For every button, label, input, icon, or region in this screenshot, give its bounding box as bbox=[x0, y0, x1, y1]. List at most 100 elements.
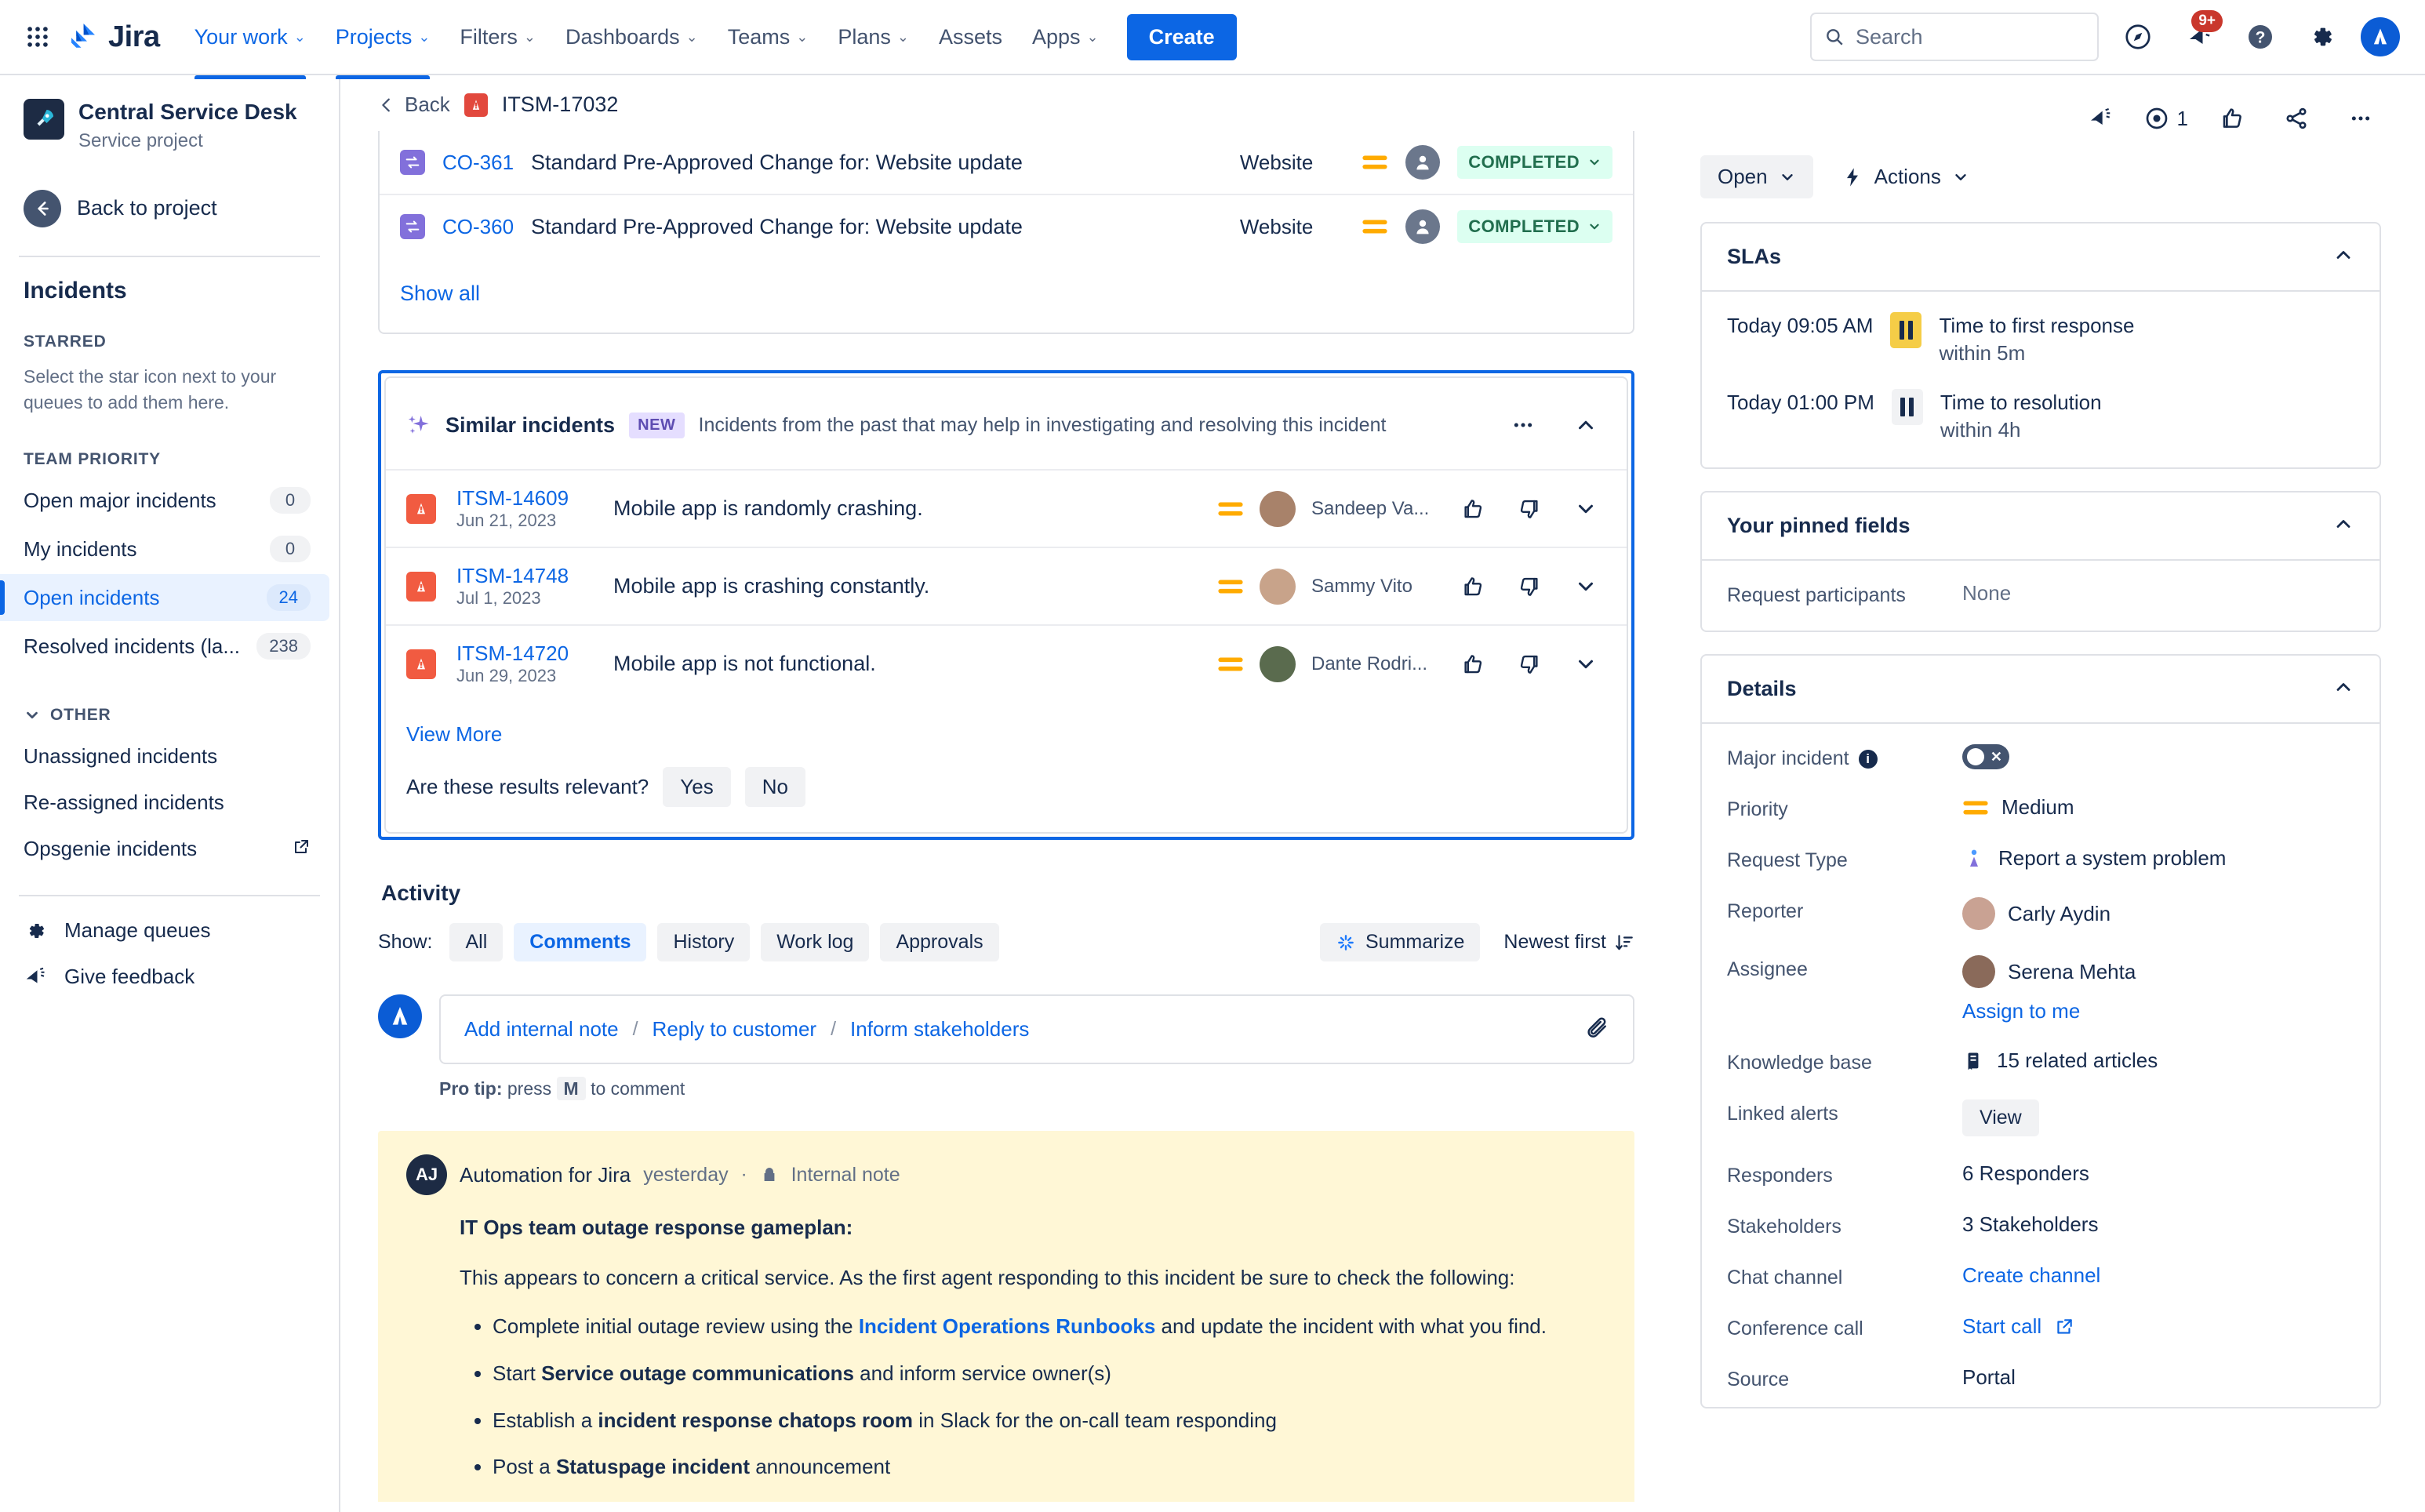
field-value[interactable]: 6 Responders bbox=[1962, 1161, 2089, 1186]
view-more-link[interactable]: View More bbox=[386, 702, 522, 754]
reply-to-customer-link[interactable]: Reply to customer bbox=[653, 1017, 817, 1041]
sidebar-item-open-major-incidents[interactable]: Open major incidents 0 bbox=[0, 477, 329, 524]
megaphone-icon[interactable] bbox=[2080, 98, 2121, 139]
issue-key-breadcrumb[interactable]: ITSM-17032 bbox=[502, 93, 619, 117]
table-row[interactable]: CO-360 Standard Pre-Approved Change for:… bbox=[380, 195, 1633, 258]
tab-work-log[interactable]: Work log bbox=[761, 923, 870, 961]
tab-comments[interactable]: Comments bbox=[514, 923, 647, 961]
help-icon[interactable]: ? bbox=[2238, 15, 2282, 59]
search-input[interactable]: Search bbox=[1810, 13, 2099, 61]
add-internal-note-link[interactable]: Add internal note bbox=[464, 1017, 619, 1041]
thumbs-down-icon[interactable] bbox=[1509, 566, 1550, 607]
nav-item-apps[interactable]: Apps ⌄ bbox=[1020, 16, 1111, 59]
jira-home-logo[interactable]: Jira bbox=[67, 20, 160, 54]
nav-item-assets[interactable]: Assets bbox=[926, 16, 1015, 59]
other-section-header[interactable]: OTHER bbox=[0, 671, 339, 725]
show-all-link[interactable]: Show all bbox=[380, 258, 500, 333]
more-options-icon[interactable] bbox=[2340, 98, 2381, 139]
sidebar-item-resolved-incidents[interactable]: Resolved incidents (la... 238 bbox=[0, 623, 329, 670]
create-button[interactable]: Create bbox=[1126, 13, 1237, 60]
thumbs-up-icon[interactable] bbox=[1452, 566, 1493, 607]
sidebar-item-opsgenie-incidents[interactable]: Opsgenie incidents bbox=[0, 827, 329, 871]
vote-thumbs-up-icon[interactable] bbox=[2212, 98, 2252, 139]
more-options-icon[interactable] bbox=[1503, 405, 1543, 445]
field-value[interactable]: None bbox=[1962, 581, 2011, 605]
notifications-icon[interactable]: 9+ bbox=[2177, 10, 2223, 59]
assign-to-me-link[interactable]: Assign to me bbox=[1962, 999, 2080, 1023]
relevance-yes-button[interactable]: Yes bbox=[663, 767, 731, 807]
comment-timestamp[interactable]: yesterday bbox=[643, 1164, 728, 1187]
sidebar-item-my-incidents[interactable]: My incidents 0 bbox=[0, 525, 329, 572]
watch-button[interactable]: 1 bbox=[2144, 106, 2188, 131]
thumbs-down-icon[interactable] bbox=[1509, 489, 1550, 529]
sidebar-item-reassigned-incidents[interactable]: Re-assigned incidents bbox=[0, 780, 329, 825]
similar-incident-key[interactable]: ITSM-14720 bbox=[456, 642, 613, 666]
change-key[interactable]: CO-361 bbox=[442, 151, 514, 175]
thumbs-up-icon[interactable] bbox=[1452, 644, 1493, 685]
share-icon[interactable] bbox=[2276, 98, 2317, 139]
comment-protip: Pro tip: press M to comment bbox=[378, 1064, 1634, 1100]
status-dropdown[interactable]: Open bbox=[1700, 155, 1813, 198]
assignee-name[interactable]: Serena Mehta bbox=[2008, 960, 2136, 984]
nav-item-plans[interactable]: Plans ⌄ bbox=[825, 16, 922, 59]
inform-stakeholders-link[interactable]: Inform stakeholders bbox=[850, 1017, 1029, 1041]
change-key[interactable]: CO-360 bbox=[442, 215, 514, 239]
field-value[interactable]: 15 related articles bbox=[1962, 1049, 2158, 1073]
compass-icon[interactable] bbox=[2116, 15, 2160, 59]
ai-sparkle-icon bbox=[1338, 934, 1354, 950]
expand-row-icon[interactable] bbox=[1565, 644, 1606, 685]
field-value[interactable]: 3 Stakeholders bbox=[1962, 1212, 2098, 1237]
manage-queues-button[interactable]: Manage queues bbox=[0, 907, 339, 954]
similar-incident-key[interactable]: ITSM-14748 bbox=[456, 564, 613, 588]
issue-details-panel: 1 Open Actions SLAs Today 09:05 AM Time … bbox=[1678, 75, 2425, 1512]
tab-all[interactable]: All bbox=[449, 923, 504, 961]
similar-incident-row[interactable]: ITSM-14720 Jun 29, 2023 Mobile app is no… bbox=[386, 624, 1627, 702]
collapse-panel-icon[interactable] bbox=[2332, 244, 2354, 270]
thumbs-up-icon[interactable] bbox=[1452, 489, 1493, 529]
view-linked-alerts-button[interactable]: View bbox=[1962, 1099, 2039, 1137]
tab-approvals[interactable]: Approvals bbox=[880, 923, 999, 961]
thumbs-down-icon[interactable] bbox=[1509, 644, 1550, 685]
nav-item-your-work[interactable]: Your work ⌄ bbox=[182, 16, 318, 79]
expand-row-icon[interactable] bbox=[1565, 566, 1606, 607]
info-icon[interactable]: i bbox=[1858, 749, 1878, 769]
comment-composer[interactable]: Add internal note / Reply to customer / … bbox=[439, 994, 1634, 1064]
create-channel-link[interactable]: Create channel bbox=[1962, 1263, 2100, 1288]
field-value[interactable]: Medium bbox=[1962, 795, 2074, 820]
sidebar-item-unassigned-incidents[interactable]: Unassigned incidents bbox=[0, 734, 329, 779]
status-badge[interactable]: COMPLETED bbox=[1457, 210, 1612, 243]
back-to-project-button[interactable]: Back to project bbox=[0, 179, 339, 238]
settings-gear-icon[interactable] bbox=[2300, 15, 2343, 59]
start-call-link[interactable]: Start call bbox=[1962, 1314, 2041, 1339]
relevance-no-button[interactable]: No bbox=[744, 767, 805, 807]
incident-runbooks-link[interactable]: Incident Operations Runbooks bbox=[859, 1314, 1155, 1338]
nav-item-dashboards[interactable]: Dashboards ⌄ bbox=[553, 16, 711, 59]
collapse-panel-icon[interactable] bbox=[2332, 676, 2354, 702]
nav-item-projects[interactable]: Projects ⌄ bbox=[323, 16, 443, 79]
app-switcher-icon[interactable] bbox=[19, 18, 56, 56]
nav-item-filters[interactable]: Filters ⌄ bbox=[447, 16, 548, 59]
attachment-icon[interactable] bbox=[1584, 1015, 1609, 1044]
give-feedback-button[interactable]: Give feedback bbox=[0, 954, 339, 1000]
collapse-panel-icon[interactable] bbox=[1565, 405, 1606, 445]
expand-row-icon[interactable] bbox=[1565, 489, 1606, 529]
field-value[interactable]: Carly Aydin bbox=[1962, 897, 2111, 931]
sidebar-item-open-incidents[interactable]: Open incidents 24 bbox=[0, 574, 329, 622]
profile-avatar[interactable] bbox=[2361, 17, 2400, 56]
actions-dropdown[interactable]: Actions bbox=[1834, 155, 1977, 198]
lightning-bolt-icon bbox=[1846, 167, 1858, 187]
nav-item-teams[interactable]: Teams ⌄ bbox=[715, 16, 821, 59]
summarize-button[interactable]: Summarize bbox=[1319, 923, 1481, 961]
table-row[interactable]: CO-361 Standard Pre-Approved Change for:… bbox=[380, 131, 1633, 195]
similar-incident-row[interactable]: ITSM-14748 Jul 1, 2023 Mobile app is cra… bbox=[386, 547, 1627, 624]
status-badge[interactable]: COMPLETED bbox=[1457, 146, 1612, 179]
collapse-panel-icon[interactable] bbox=[2332, 513, 2354, 539]
tab-history[interactable]: History bbox=[657, 923, 751, 961]
major-incident-toggle[interactable]: ✕ bbox=[1962, 744, 2009, 770]
project-header[interactable]: Central Service Desk Service project bbox=[0, 99, 339, 152]
field-value[interactable]: Report a system problem bbox=[1962, 846, 2226, 870]
similar-incident-row[interactable]: ITSM-14609 Jun 21, 2023 Mobile app is ra… bbox=[386, 469, 1627, 547]
back-button[interactable]: Back bbox=[378, 93, 450, 117]
similar-incident-key[interactable]: ITSM-14609 bbox=[456, 486, 613, 511]
sort-order-button[interactable]: Newest first bbox=[1503, 931, 1634, 954]
